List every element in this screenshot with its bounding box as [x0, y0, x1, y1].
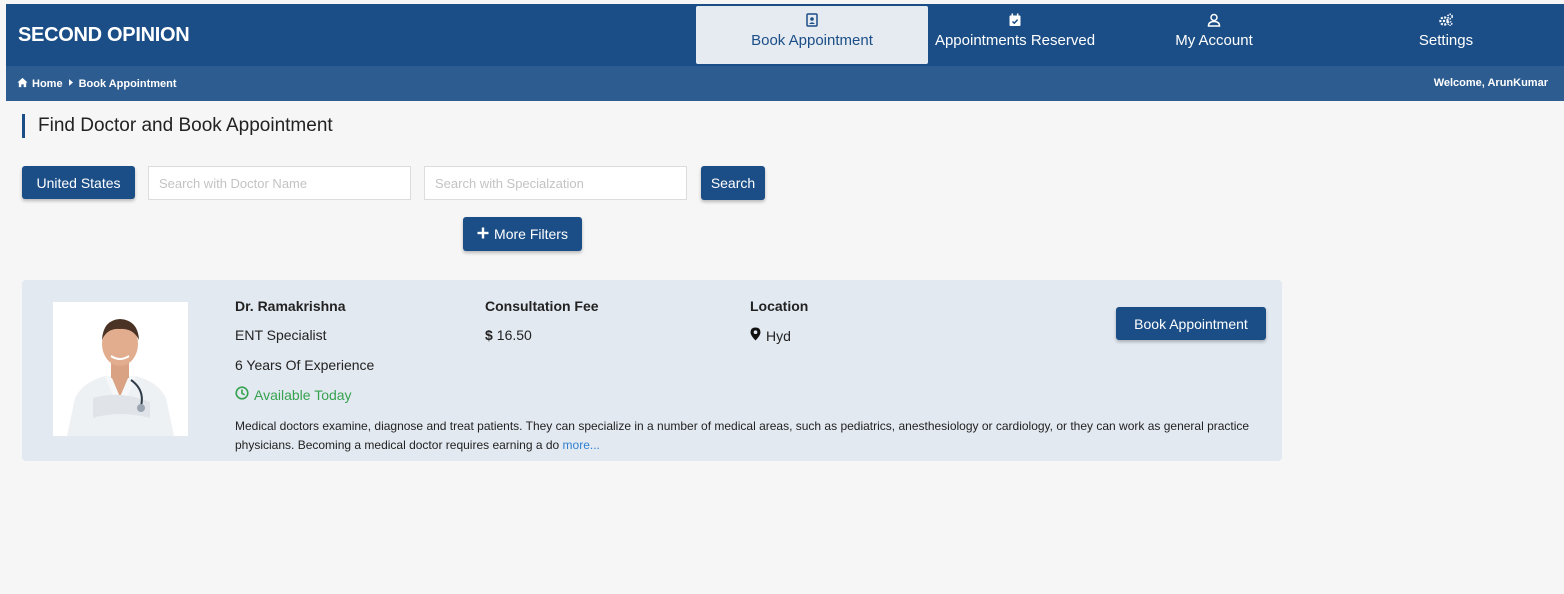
doctor-name[interactable]: Dr. Ramakrishna [235, 298, 346, 314]
breadcrumb-current: Book Appointment [78, 78, 177, 90]
user-icon [1150, 6, 1278, 28]
breadcrumb: Home Book Appointment [17, 77, 177, 91]
currency-symbol: $ [485, 327, 493, 343]
home-icon [17, 77, 28, 91]
contact-card-icon [696, 6, 928, 28]
nav-label: Settings [1418, 32, 1474, 49]
specialization-search-input[interactable] [424, 166, 687, 200]
book-appointment-button[interactable]: Book Appointment [1116, 307, 1266, 340]
nav-appointments-reserved[interactable]: Appointments Reserved [920, 6, 1110, 64]
nav-label: Appointments Reserved [934, 32, 1096, 49]
top-navbar: SECOND OPINION Book Appointment Appointm… [6, 4, 1564, 66]
location-label: Location [750, 298, 809, 314]
brand-logo[interactable]: SECOND OPINION [18, 4, 190, 66]
nav-book-appointment[interactable]: Book Appointment [696, 6, 928, 64]
more-filters-label: More Filters [494, 226, 568, 242]
location-name: Hyd [766, 327, 791, 344]
breadcrumb-bar: Home Book Appointment Welcome, ArunKumar [6, 66, 1564, 101]
welcome-text: Welcome, ArunKumar [1433, 77, 1548, 89]
gears-icon [1386, 6, 1506, 28]
doctor-name-search-input[interactable] [148, 166, 411, 200]
doctor-specialization: ENT Specialist [235, 327, 327, 343]
doctor-card: Dr. Ramakrishna ENT Specialist 6 Years O… [22, 280, 1282, 461]
search-button[interactable]: Search [701, 166, 765, 200]
calendar-check-icon [920, 6, 1110, 28]
description-text: Medical doctors examine, diagnose and tr… [235, 419, 1250, 452]
doctor-experience: 6 Years Of Experience [235, 357, 375, 373]
clock-icon [235, 386, 249, 403]
consultation-fee-value: $ 16.50 [485, 327, 532, 343]
location-value: Hyd [750, 327, 791, 344]
country-select-button[interactable]: United States [22, 166, 135, 199]
breadcrumb-home-link[interactable]: Home [32, 78, 63, 90]
doctor-availability: Available Today [235, 386, 352, 403]
doctor-photo [53, 302, 188, 436]
plus-icon [477, 226, 489, 242]
fee-amount: 16.50 [496, 327, 532, 343]
nav-label: My Account [1175, 32, 1253, 49]
more-link[interactable]: more... [563, 438, 600, 452]
caret-right-icon [67, 78, 75, 90]
availability-label: Available Today [254, 386, 352, 403]
map-marker-icon [750, 327, 761, 344]
nav-my-account[interactable]: My Account [1150, 6, 1278, 64]
nav-settings[interactable]: Settings [1386, 6, 1506, 64]
nav-label: Book Appointment [751, 32, 873, 49]
consultation-fee-label: Consultation Fee [485, 298, 599, 314]
doctor-description: Medical doctors examine, diagnose and tr… [235, 417, 1275, 455]
more-filters-button[interactable]: More Filters [463, 217, 582, 251]
page-title: Find Doctor and Book Appointment [22, 114, 333, 138]
